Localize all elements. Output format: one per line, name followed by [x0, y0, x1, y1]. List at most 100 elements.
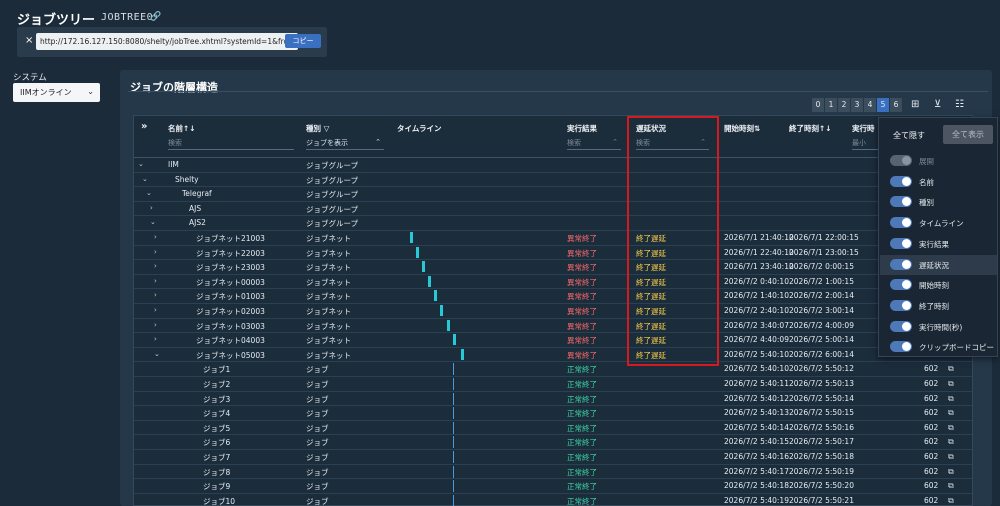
- copy-icon[interactable]: ⧉: [948, 394, 954, 404]
- level-button-1[interactable]: 1: [825, 98, 837, 112]
- toggle-switch[interactable]: [890, 341, 912, 353]
- toggle-switch[interactable]: [890, 279, 912, 291]
- col-start[interactable]: 開始時刻⇅: [724, 123, 760, 134]
- copy-icon[interactable]: ⧉: [948, 423, 954, 433]
- copy-icon[interactable]: ⧉: [948, 364, 954, 374]
- level-button-0[interactable]: 0: [812, 98, 824, 112]
- table-row[interactable]: ⌄ Telegraf ジョブグループ: [134, 187, 972, 202]
- copy-icon[interactable]: ⧉: [948, 467, 954, 477]
- copy-icon[interactable]: ⧉: [948, 496, 954, 506]
- result-search-input[interactable]: 検索 ⌃: [567, 136, 621, 150]
- expand-chevron-icon[interactable]: ›: [154, 277, 157, 285]
- copy-icon[interactable]: ⧉: [948, 408, 954, 418]
- name-search-input[interactable]: 検索: [168, 136, 294, 150]
- link-icon[interactable]: 🔗: [150, 12, 161, 22]
- toggle-switch[interactable]: [890, 217, 912, 229]
- table-row[interactable]: ジョブ9 ジョブ 正常終了 2026/7/2 5:40:18 2026/7/2 5:50…: [134, 479, 972, 494]
- kind-filter-select[interactable]: ジョブを表示 ⌃: [306, 136, 384, 150]
- table-row[interactable]: › ジョブネット04003 ジョブネット 異常終了 終了遅延 2026/7/2 4:40:…: [134, 333, 972, 348]
- expand-chevron-icon[interactable]: ›: [154, 262, 157, 270]
- table-row[interactable]: ジョブ3 ジョブ 正常終了 2026/7/2 5:40:12 2026/7/2 5:50…: [134, 392, 972, 407]
- sort-icon[interactable]: ⇅: [754, 124, 760, 133]
- col-elapsed[interactable]: 実行時: [852, 123, 875, 134]
- sort-icon[interactable]: ↑↓: [183, 124, 196, 133]
- table-row[interactable]: ジョブ6 ジョブ 正常終了 2026/7/2 5:40:15 2026/7/2 5:50…: [134, 435, 972, 450]
- system-select[interactable]: IIMオンライン ⌄: [13, 83, 100, 102]
- column-toggle-item[interactable]: 終了時刻: [880, 296, 997, 316]
- hide-all-button[interactable]: 全て隠す: [888, 127, 930, 144]
- level-button-4[interactable]: 4: [864, 98, 876, 112]
- table-row[interactable]: › ジョブネット22003 ジョブネット 異常終了 終了遅延 2026/7/1 22:40…: [134, 246, 972, 261]
- column-toggle-item[interactable]: 名前: [880, 172, 997, 192]
- level-button-2[interactable]: 2: [838, 98, 850, 112]
- close-icon[interactable]: ×: [25, 35, 33, 46]
- list-view-icon[interactable]: ☷: [955, 99, 964, 110]
- copy-icon[interactable]: ⧉: [948, 452, 954, 462]
- copy-icon[interactable]: ⧉: [948, 481, 954, 491]
- elapsed-min-input[interactable]: 最小: [852, 136, 880, 150]
- table-row[interactable]: › ジョブネット00003 ジョブネット 異常終了 終了遅延 2026/7/2 0:40:…: [134, 275, 972, 290]
- table-row[interactable]: › ジョブネット21003 ジョブネット 異常終了 終了遅延 2026/7/1 21:40…: [134, 231, 972, 246]
- filter-icon[interactable]: ▽: [324, 124, 330, 133]
- toggle-switch[interactable]: [890, 320, 912, 332]
- table-row[interactable]: ⌄ AJS2 ジョブグループ: [134, 216, 972, 231]
- column-toggle-item[interactable]: 遅延状況: [880, 254, 997, 275]
- table-row[interactable]: ⌄ Shelty ジョブグループ: [134, 173, 972, 188]
- show-all-button[interactable]: 全て表示: [943, 125, 993, 144]
- col-name[interactable]: 名前↑↓: [168, 123, 196, 134]
- sort-icon[interactable]: ↑↓: [819, 124, 832, 133]
- table-row[interactable]: ⌄ ジョブネット05003 ジョブネット 異常終了 終了遅延 2026/7/2 5:40:…: [134, 348, 972, 363]
- level-button-6[interactable]: 6: [890, 98, 902, 112]
- col-timeline[interactable]: タイムライン: [397, 123, 441, 134]
- column-toggle-item[interactable]: タイムライン: [880, 213, 997, 233]
- table-row[interactable]: ⌄ IIM ジョブグループ: [134, 158, 972, 173]
- expand-chevron-icon[interactable]: ›: [154, 233, 157, 241]
- level-button-5[interactable]: 5: [877, 98, 889, 112]
- copy-icon[interactable]: ⧉: [948, 437, 954, 447]
- expand-chevron-icon[interactable]: ⌄: [154, 350, 160, 358]
- expand-chevron-icon[interactable]: ⌄: [150, 218, 156, 226]
- copy-icon[interactable]: ⧉: [948, 379, 954, 389]
- table-row[interactable]: › ジョブネット02003 ジョブネット 異常終了 終了遅延 2026/7/2 2:40:…: [134, 304, 972, 319]
- table-row[interactable]: › AJS ジョブグループ: [134, 202, 972, 217]
- level-button-3[interactable]: 3: [851, 98, 863, 112]
- filter-clear-icon[interactable]: ⊻: [934, 99, 941, 110]
- table-row[interactable]: › ジョブネット01003 ジョブネット 異常終了 終了遅延 2026/7/2 1:40:…: [134, 289, 972, 304]
- toggle-switch[interactable]: [890, 196, 912, 208]
- expand-all-icon[interactable]: »: [141, 121, 147, 132]
- toggle-switch[interactable]: [890, 299, 912, 311]
- expand-chevron-icon[interactable]: ›: [154, 321, 157, 329]
- table-row[interactable]: ジョブ4 ジョブ 正常終了 2026/7/2 5:40:13 2026/7/2 5:50…: [134, 406, 972, 421]
- table-row[interactable]: ジョブ5 ジョブ 正常終了 2026/7/2 5:40:14 2026/7/2 5:50…: [134, 421, 972, 436]
- expand-chevron-icon[interactable]: ›: [154, 248, 157, 256]
- expand-chevron-icon[interactable]: ⌄: [142, 175, 148, 183]
- expand-chevron-icon[interactable]: ›: [154, 335, 157, 343]
- url-input[interactable]: [36, 33, 298, 50]
- column-toggle-item[interactable]: 種別: [880, 192, 997, 212]
- table-row[interactable]: ジョブ10 ジョブ 正常終了 2026/7/2 5:40:19 2026/7/2 5:5…: [134, 494, 972, 506]
- table-row[interactable]: ジョブ2 ジョブ 正常終了 2026/7/2 5:40:11 2026/7/2 5:50…: [134, 377, 972, 392]
- col-result[interactable]: 実行結果: [567, 123, 597, 134]
- table-row[interactable]: ジョブ7 ジョブ 正常終了 2026/7/2 5:40:16 2026/7/2 5:50…: [134, 450, 972, 465]
- table-row[interactable]: ジョブ1 ジョブ 正常終了 2026/7/2 5:40:10 2026/7/2 5:50…: [134, 362, 972, 377]
- expand-chevron-icon[interactable]: ›: [150, 204, 153, 212]
- column-toggle-item[interactable]: 実行結果: [880, 234, 997, 254]
- expand-chevron-icon[interactable]: ›: [154, 291, 157, 299]
- expand-chevron-icon[interactable]: ⌄: [146, 189, 152, 197]
- expand-chevron-icon[interactable]: ›: [154, 306, 157, 314]
- col-end[interactable]: 終了時刻↑↓: [789, 123, 832, 134]
- column-toggle-item[interactable]: 展開: [880, 151, 997, 171]
- column-toggle-item[interactable]: 開始時刻: [880, 275, 997, 295]
- toggle-switch[interactable]: [890, 258, 912, 270]
- toggle-switch[interactable]: [890, 237, 912, 249]
- column-toggle-item[interactable]: 実行時間(秒): [880, 317, 997, 337]
- col-kind[interactable]: 種別 ▽: [306, 123, 329, 134]
- table-row[interactable]: ジョブ8 ジョブ 正常終了 2026/7/2 5:40:17 2026/7/2 5:50…: [134, 465, 972, 480]
- table-row[interactable]: › ジョブネット23003 ジョブネット 異常終了 終了遅延 2026/7/1 23:40…: [134, 260, 972, 275]
- toggle-switch[interactable]: [890, 175, 912, 187]
- column-toggle-item[interactable]: クリップボードコピー: [880, 337, 997, 357]
- table-row[interactable]: › ジョブネット03003 ジョブネット 異常終了 終了遅延 2026/7/2 3:40:…: [134, 319, 972, 334]
- expand-chevron-icon[interactable]: ⌄: [138, 160, 144, 168]
- copy-button[interactable]: コピー: [285, 34, 321, 48]
- table-columns-icon[interactable]: ⊞: [911, 99, 919, 110]
